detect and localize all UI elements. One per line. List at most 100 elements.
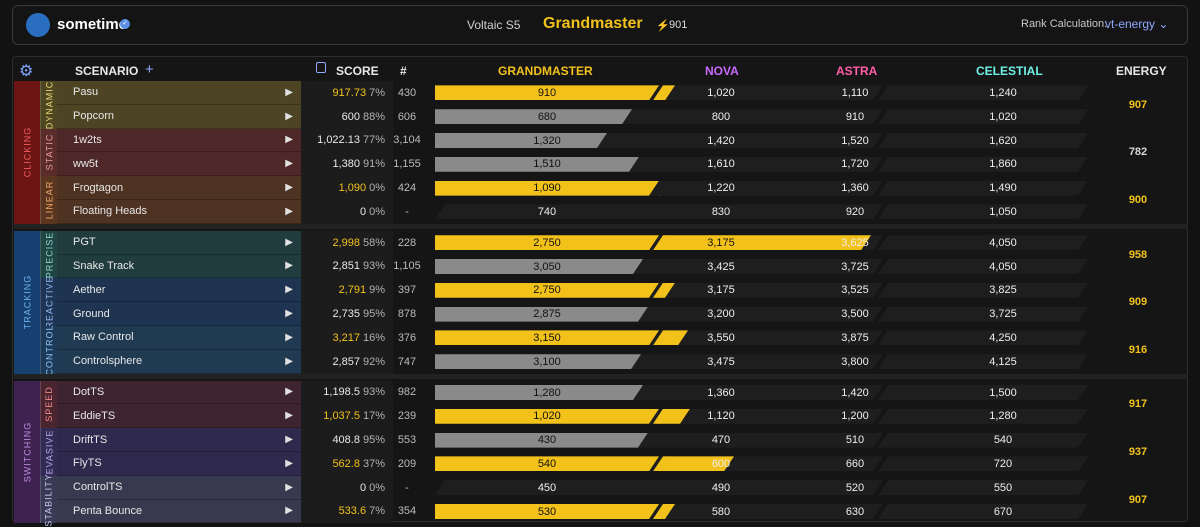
rank-calc-value[interactable]: vt-energy [1105, 17, 1155, 31]
celestial-threshold: 550 [993, 481, 1013, 494]
score-value: 600 [341, 110, 360, 123]
play-icon[interactable]: ▶ [285, 410, 293, 421]
scenario-row[interactable]: Popcorn ▶ [57, 104, 301, 129]
scenario-name[interactable]: Penta Bounce [73, 505, 142, 517]
scenario-name[interactable]: EddieTS [73, 410, 115, 422]
celestial-threshold: 4,050 [989, 236, 1017, 249]
scenario-name[interactable]: DotTS [73, 386, 104, 398]
scenario-row[interactable]: Snake Track ▶ [57, 254, 301, 279]
scenario-name[interactable]: Pasu [73, 86, 98, 98]
astra-threshold: 1,360 [841, 182, 869, 195]
play-icon[interactable]: ▶ [285, 458, 293, 469]
astra-threshold: 660 [845, 457, 865, 470]
grandmaster-threshold: 430 [537, 434, 557, 447]
avatar[interactable] [26, 13, 50, 37]
score-cell: 917.73 7% [301, 81, 393, 105]
scenario-name[interactable]: 1w2ts [73, 134, 102, 146]
scenario-row[interactable]: ControlTS ▶ [57, 475, 301, 500]
score-cell: 2,998 58% [301, 230, 393, 255]
astra-threshold: 910 [845, 110, 865, 123]
score-percent: 9% [369, 284, 385, 297]
play-icon[interactable]: ▶ [285, 111, 293, 122]
play-count: 354 [397, 505, 417, 518]
add-scenario-button[interactable]: + [145, 61, 154, 78]
scenario-row[interactable]: 1w2ts ▶ [57, 128, 301, 153]
scenario-row[interactable]: Controlsphere ▶ [57, 349, 301, 374]
scenario-name[interactable]: PGT [73, 236, 96, 248]
scenario-row[interactable]: Raw Control ▶ [57, 326, 301, 350]
scenario-name[interactable]: Floating Heads [73, 205, 147, 217]
score-percent: 91% [362, 158, 385, 171]
scenario-row[interactable]: DriftTS ▶ [57, 428, 301, 452]
score-percent: 92% [362, 355, 385, 368]
astra-threshold: 1,720 [841, 158, 869, 171]
play-icon[interactable]: ▶ [285, 505, 293, 516]
play-icon[interactable]: ▶ [285, 386, 293, 397]
play-icon[interactable]: ▶ [285, 308, 293, 319]
play-icon[interactable]: ▶ [285, 134, 293, 145]
score-value: 2,735 [332, 308, 360, 321]
scenario-name[interactable]: Raw Control [73, 331, 134, 343]
play-icon[interactable]: ▶ [285, 237, 293, 248]
score-cell: 3,217 16% [301, 326, 393, 350]
scenario-row[interactable]: PGT ▶ [57, 230, 301, 255]
gear-icon[interactable]: ⚙ [19, 61, 33, 81]
score-value: 1,090 [338, 182, 367, 195]
subcategory-label-text: DYNAMIC [44, 80, 55, 130]
scenario-name[interactable]: Ground [73, 308, 110, 320]
subcategory-label: DYNAMIC [40, 81, 57, 129]
scenario-name[interactable]: Snake Track [73, 260, 134, 272]
subcategory-label: STATIC [40, 128, 57, 177]
brand-name[interactable]: sometime [57, 16, 127, 33]
astra-threshold: 3,500 [841, 308, 869, 321]
scenario-name[interactable]: Aether [73, 284, 105, 296]
scenario-row[interactable]: ww5t ▶ [57, 152, 301, 177]
scenario-row[interactable]: Floating Heads ▶ [57, 200, 301, 224]
score-percent: 17% [362, 410, 385, 423]
grandmaster-threshold: 1,020 [533, 410, 561, 423]
scenario-row[interactable]: FlyTS ▶ [57, 452, 301, 476]
play-count: - [405, 205, 409, 218]
scenario-name[interactable]: FlyTS [73, 457, 102, 469]
nova-threshold: 490 [711, 481, 731, 494]
group-label-text: SWITCHING [22, 421, 32, 483]
astra-threshold: 1,110 [841, 86, 869, 99]
score-percent: 93% [362, 386, 385, 399]
scenario-name[interactable]: Controlsphere [73, 355, 142, 367]
score-percent: 7% [369, 86, 385, 99]
scenario-name[interactable]: DriftTS [73, 434, 107, 446]
astra-threshold: 1,420 [841, 386, 869, 399]
play-icon[interactable]: ▶ [285, 206, 293, 217]
scenario-name[interactable]: Popcorn [73, 110, 114, 122]
scenario-row[interactable]: Frogtagon ▶ [57, 176, 301, 200]
grandmaster-threshold: 2,875 [533, 308, 561, 321]
subcategory-label-text: REACTIVE [44, 275, 55, 329]
play-icon[interactable]: ▶ [285, 284, 293, 295]
rank-calc-select[interactable]: vt-energy ⌄ [1105, 17, 1168, 31]
grandmaster-threshold: 1,510 [533, 158, 561, 171]
nova-threshold: 3,425 [707, 260, 735, 273]
subcategory-label: EVASIVE [40, 428, 57, 476]
score-cell: 2,791 9% [301, 278, 393, 303]
scenario-row[interactable]: Ground ▶ [57, 302, 301, 326]
play-icon[interactable]: ▶ [285, 356, 293, 367]
score-value: 2,791 [338, 284, 367, 297]
scenario-row[interactable]: Pasu ▶ [57, 81, 301, 105]
play-icon[interactable]: ▶ [285, 260, 293, 271]
play-icon[interactable]: ▶ [285, 434, 293, 445]
scenario-name[interactable]: Frogtagon [73, 182, 123, 194]
scenario-row[interactable]: Penta Bounce ▶ [57, 499, 301, 524]
scenario-row[interactable]: EddieTS ▶ [57, 404, 301, 429]
play-icon[interactable]: ▶ [285, 158, 293, 169]
scenario-name[interactable]: ControlTS [73, 481, 123, 493]
nova-threshold: 1,420 [707, 134, 735, 147]
energy-value: 916 [1128, 343, 1148, 356]
play-icon[interactable]: ▶ [285, 87, 293, 98]
copy-icon[interactable] [316, 62, 326, 73]
play-icon[interactable]: ▶ [285, 482, 293, 493]
scenario-row[interactable]: DotTS ▶ [57, 380, 301, 405]
play-icon[interactable]: ▶ [285, 182, 293, 193]
scenario-row[interactable]: Aether ▶ [57, 278, 301, 303]
scenario-name[interactable]: ww5t [73, 158, 98, 170]
play-icon[interactable]: ▶ [285, 332, 293, 343]
